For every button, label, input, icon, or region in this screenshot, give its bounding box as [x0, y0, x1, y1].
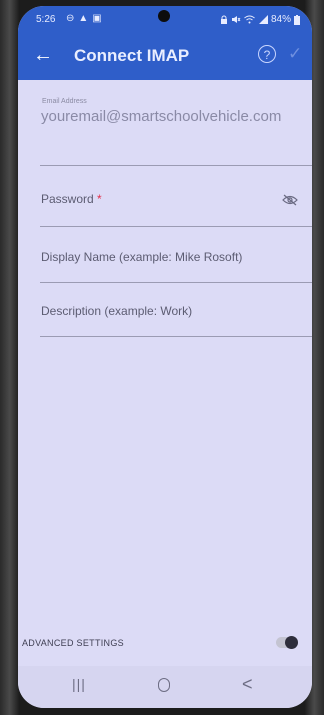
app-bar: ← Connect IMAP ? ✓ — [18, 32, 312, 80]
description-field-underline — [40, 336, 312, 337]
system-back-button[interactable]: < — [242, 674, 253, 695]
status-bar: 5:26 ⊖ ▲ ▣ 84% — [18, 6, 312, 32]
home-button[interactable] — [158, 678, 170, 692]
mute-icon — [231, 16, 241, 23]
password-placeholder: Password * — [41, 192, 102, 206]
status-left-icons: ⊖ ▲ ▣ — [66, 13, 102, 24]
email-field-label: Email Address — [42, 98, 87, 105]
phone-frame: 5:26 ⊖ ▲ ▣ 84% ← Connect IMAP ? ✓ Email … — [0, 0, 324, 715]
recents-button[interactable]: ||| — [72, 676, 86, 692]
wifi-icon — [244, 15, 255, 24]
circle-minus-icon: ⊖ — [66, 13, 75, 24]
confirm-check-icon[interactable]: ✓ — [288, 44, 302, 64]
advanced-settings-row[interactable]: ADVANCED SETTINGS — [18, 620, 312, 660]
advanced-settings-label: ADVANCED SETTINGS — [22, 638, 124, 648]
battery-percentage: 84% — [270, 14, 291, 25]
email-field-value[interactable]: youremail@smartschoolvehicle.com — [41, 108, 291, 126]
system-nav-bar: ||| < — [18, 666, 312, 708]
hide-password-icon[interactable] — [282, 194, 298, 206]
page-title: Connect IMAP — [74, 46, 190, 65]
email-field[interactable]: Email Address youremail@smartschoolvehic… — [18, 80, 312, 166]
password-placeholder-text: Password — [41, 192, 94, 206]
description-field[interactable]: Description (example: Work) — [18, 282, 312, 338]
display-name-placeholder: Display Name (example: Mike Rosoft) — [41, 250, 243, 264]
signal-icon — [258, 15, 268, 24]
description-placeholder: Description (example: Work) — [41, 304, 193, 318]
back-arrow-icon[interactable]: ← — [32, 44, 54, 66]
battery-icon — [294, 14, 300, 25]
warning-icon: ▲ — [78, 13, 89, 24]
gallery-icon: ▣ — [92, 13, 102, 24]
required-marker: * — [97, 192, 102, 206]
lock-icon — [220, 15, 227, 24]
camera-cutout — [158, 10, 170, 22]
password-field[interactable]: Password * — [18, 166, 312, 227]
help-icon[interactable]: ? — [258, 45, 276, 63]
screen: 5:26 ⊖ ▲ ▣ 84% ← Connect IMAP ? ✓ Email … — [18, 6, 312, 708]
toggle-knob — [285, 636, 298, 649]
status-right-icons: 84% — [220, 14, 300, 25]
status-time: 5:26 — [36, 14, 56, 25]
advanced-settings-toggle[interactable] — [276, 636, 298, 649]
display-name-field[interactable]: Display Name (example: Mike Rosoft) — [18, 226, 312, 283]
